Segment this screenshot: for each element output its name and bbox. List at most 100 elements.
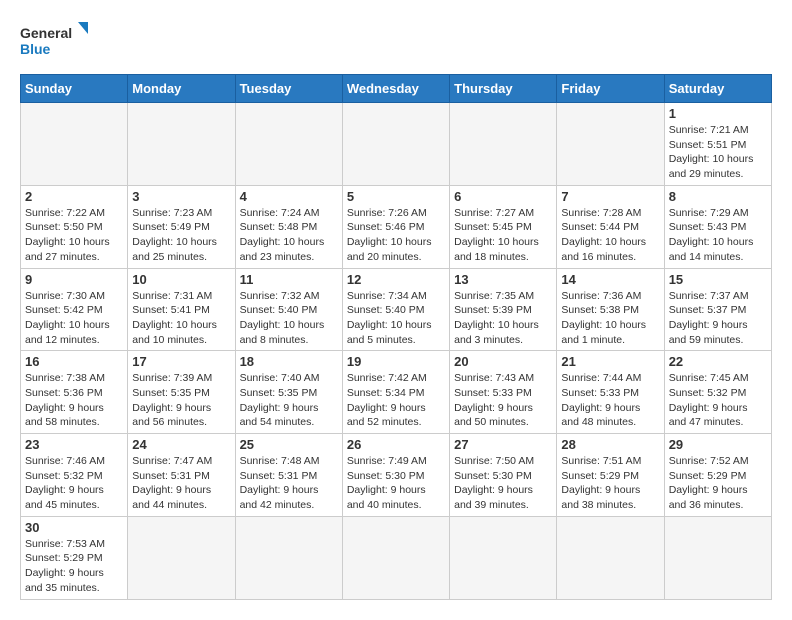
- calendar-cell: 7 Sunrise: 7:28 AM Sunset: 5:44 PM Daylig…: [557, 185, 664, 268]
- day-number: 4: [240, 189, 338, 204]
- day-info: Sunrise: 7:32 AM Sunset: 5:40 PM Dayligh…: [240, 289, 338, 348]
- week-row-1: 1 Sunrise: 7:21 AM Sunset: 5:51 PM Daylig…: [21, 103, 772, 186]
- weekday-header-row: SundayMondayTuesdayWednesdayThursdayFrid…: [21, 75, 772, 103]
- calendar: SundayMondayTuesdayWednesdayThursdayFrid…: [20, 74, 772, 600]
- day-number: 6: [454, 189, 552, 204]
- calendar-cell: 21Sunrise: 7:44 AM Sunset: 5:33 PM Dayli…: [557, 351, 664, 434]
- day-number: 30: [25, 520, 123, 535]
- calendar-cell: 20Sunrise: 7:43 AM Sunset: 5:33 PM Dayli…: [450, 351, 557, 434]
- day-info: Sunrise: 7:50 AM Sunset: 5:30 PM Dayligh…: [454, 454, 552, 513]
- day-info: Sunrise: 7:49 AM Sunset: 5:30 PM Dayligh…: [347, 454, 445, 513]
- day-number: 22: [669, 354, 767, 369]
- day-info: Sunrise: 7:35 AM Sunset: 5:39 PM Dayligh…: [454, 289, 552, 348]
- weekday-header-monday: Monday: [128, 75, 235, 103]
- weekday-header-thursday: Thursday: [450, 75, 557, 103]
- header: General Blue: [20, 20, 772, 64]
- day-number: 28: [561, 437, 659, 452]
- weekday-header-tuesday: Tuesday: [235, 75, 342, 103]
- day-number: 18: [240, 354, 338, 369]
- calendar-cell: [235, 103, 342, 186]
- day-info: Sunrise: 7:36 AM Sunset: 5:38 PM Dayligh…: [561, 289, 659, 348]
- calendar-cell: 28Sunrise: 7:51 AM Sunset: 5:29 PM Dayli…: [557, 434, 664, 517]
- calendar-cell: 11Sunrise: 7:32 AM Sunset: 5:40 PM Dayli…: [235, 268, 342, 351]
- week-row-4: 16 Sunrise: 7:38 AM Sunset: 5:36 PM Dayli…: [21, 351, 772, 434]
- weekday-header-friday: Friday: [557, 75, 664, 103]
- day-number: 27: [454, 437, 552, 452]
- calendar-cell: [342, 516, 449, 599]
- day-number: 23: [25, 437, 123, 452]
- day-info: Sunrise: 7:37 AM Sunset: 5:37 PM Dayligh…: [669, 289, 767, 348]
- day-number: 9: [25, 272, 123, 287]
- day-info: Sunrise: 7:40 AM Sunset: 5:35 PM Dayligh…: [240, 371, 338, 430]
- day-info: Sunrise: 7:31 AM Sunset: 5:41 PM Dayligh…: [132, 289, 230, 348]
- week-row-2: 2Sunrise: 7:22 AM Sunset: 5:50 PM Daylig…: [21, 185, 772, 268]
- calendar-cell: 10 Sunrise: 7:31 AM Sunset: 5:41 PM Dayli…: [128, 268, 235, 351]
- day-info: Sunrise: 7:21 AM Sunset: 5:51 PM Dayligh…: [669, 123, 767, 182]
- calendar-cell: 3Sunrise: 7:23 AM Sunset: 5:49 PM Daylig…: [128, 185, 235, 268]
- day-number: 17: [132, 354, 230, 369]
- calendar-cell: [21, 103, 128, 186]
- day-number: 24: [132, 437, 230, 452]
- calendar-cell: [342, 103, 449, 186]
- day-info: Sunrise: 7:22 AM Sunset: 5:50 PM Dayligh…: [25, 206, 123, 265]
- svg-text:Blue: Blue: [20, 41, 51, 57]
- day-info: Sunrise: 7:42 AM Sunset: 5:34 PM Dayligh…: [347, 371, 445, 430]
- day-number: 10: [132, 272, 230, 287]
- calendar-cell: 8Sunrise: 7:29 AM Sunset: 5:43 PM Daylig…: [664, 185, 771, 268]
- calendar-cell: 17Sunrise: 7:39 AM Sunset: 5:35 PM Dayli…: [128, 351, 235, 434]
- day-info: Sunrise: 7:29 AM Sunset: 5:43 PM Dayligh…: [669, 206, 767, 265]
- day-number: 25: [240, 437, 338, 452]
- day-number: 13: [454, 272, 552, 287]
- day-info: Sunrise: 7:38 AM Sunset: 5:36 PM Dayligh…: [25, 371, 123, 430]
- day-number: 5: [347, 189, 445, 204]
- day-info: Sunrise: 7:27 AM Sunset: 5:45 PM Dayligh…: [454, 206, 552, 265]
- calendar-cell: [557, 516, 664, 599]
- logo: General Blue: [20, 20, 90, 64]
- day-number: 19: [347, 354, 445, 369]
- day-info: Sunrise: 7:52 AM Sunset: 5:29 PM Dayligh…: [669, 454, 767, 513]
- calendar-cell: 23 Sunrise: 7:46 AM Sunset: 5:32 PM Dayli…: [21, 434, 128, 517]
- calendar-cell: 27 Sunrise: 7:50 AM Sunset: 5:30 PM Dayli…: [450, 434, 557, 517]
- calendar-cell: 13 Sunrise: 7:35 AM Sunset: 5:39 PM Dayli…: [450, 268, 557, 351]
- calendar-cell: 9 Sunrise: 7:30 AM Sunset: 5:42 PM Daylig…: [21, 268, 128, 351]
- day-info: Sunrise: 7:48 AM Sunset: 5:31 PM Dayligh…: [240, 454, 338, 513]
- calendar-cell: 25 Sunrise: 7:48 AM Sunset: 5:31 PM Dayli…: [235, 434, 342, 517]
- calendar-cell: 29Sunrise: 7:52 AM Sunset: 5:29 PM Dayli…: [664, 434, 771, 517]
- calendar-cell: 1 Sunrise: 7:21 AM Sunset: 5:51 PM Daylig…: [664, 103, 771, 186]
- day-info: Sunrise: 7:23 AM Sunset: 5:49 PM Dayligh…: [132, 206, 230, 265]
- calendar-cell: 5 Sunrise: 7:26 AM Sunset: 5:46 PM Daylig…: [342, 185, 449, 268]
- calendar-cell: 12 Sunrise: 7:34 AM Sunset: 5:40 PM Dayli…: [342, 268, 449, 351]
- calendar-cell: 22 Sunrise: 7:45 AM Sunset: 5:32 PM Dayli…: [664, 351, 771, 434]
- day-number: 7: [561, 189, 659, 204]
- day-info: Sunrise: 7:26 AM Sunset: 5:46 PM Dayligh…: [347, 206, 445, 265]
- calendar-cell: 14Sunrise: 7:36 AM Sunset: 5:38 PM Dayli…: [557, 268, 664, 351]
- calendar-cell: 18 Sunrise: 7:40 AM Sunset: 5:35 PM Dayli…: [235, 351, 342, 434]
- day-info: Sunrise: 7:46 AM Sunset: 5:32 PM Dayligh…: [25, 454, 123, 513]
- calendar-cell: 30Sunrise: 7:53 AM Sunset: 5:29 PM Dayli…: [21, 516, 128, 599]
- calendar-cell: [128, 103, 235, 186]
- calendar-cell: [557, 103, 664, 186]
- week-row-6: 30Sunrise: 7:53 AM Sunset: 5:29 PM Dayli…: [21, 516, 772, 599]
- day-number: 21: [561, 354, 659, 369]
- calendar-cell: [664, 516, 771, 599]
- calendar-cell: [128, 516, 235, 599]
- day-number: 12: [347, 272, 445, 287]
- calendar-cell: [450, 103, 557, 186]
- day-info: Sunrise: 7:28 AM Sunset: 5:44 PM Dayligh…: [561, 206, 659, 265]
- day-number: 20: [454, 354, 552, 369]
- day-number: 16: [25, 354, 123, 369]
- weekday-header-wednesday: Wednesday: [342, 75, 449, 103]
- calendar-cell: 19 Sunrise: 7:42 AM Sunset: 5:34 PM Dayli…: [342, 351, 449, 434]
- logo-svg: General Blue: [20, 20, 90, 64]
- week-row-5: 23 Sunrise: 7:46 AM Sunset: 5:32 PM Dayli…: [21, 434, 772, 517]
- day-info: Sunrise: 7:45 AM Sunset: 5:32 PM Dayligh…: [669, 371, 767, 430]
- day-info: Sunrise: 7:34 AM Sunset: 5:40 PM Dayligh…: [347, 289, 445, 348]
- day-info: Sunrise: 7:47 AM Sunset: 5:31 PM Dayligh…: [132, 454, 230, 513]
- calendar-cell: 24 Sunrise: 7:47 AM Sunset: 5:31 PM Dayli…: [128, 434, 235, 517]
- calendar-cell: 16 Sunrise: 7:38 AM Sunset: 5:36 PM Dayli…: [21, 351, 128, 434]
- calendar-cell: 2Sunrise: 7:22 AM Sunset: 5:50 PM Daylig…: [21, 185, 128, 268]
- day-number: 1: [669, 106, 767, 121]
- day-info: Sunrise: 7:30 AM Sunset: 5:42 PM Dayligh…: [25, 289, 123, 348]
- calendar-cell: 4Sunrise: 7:24 AM Sunset: 5:48 PM Daylig…: [235, 185, 342, 268]
- weekday-header-sunday: Sunday: [21, 75, 128, 103]
